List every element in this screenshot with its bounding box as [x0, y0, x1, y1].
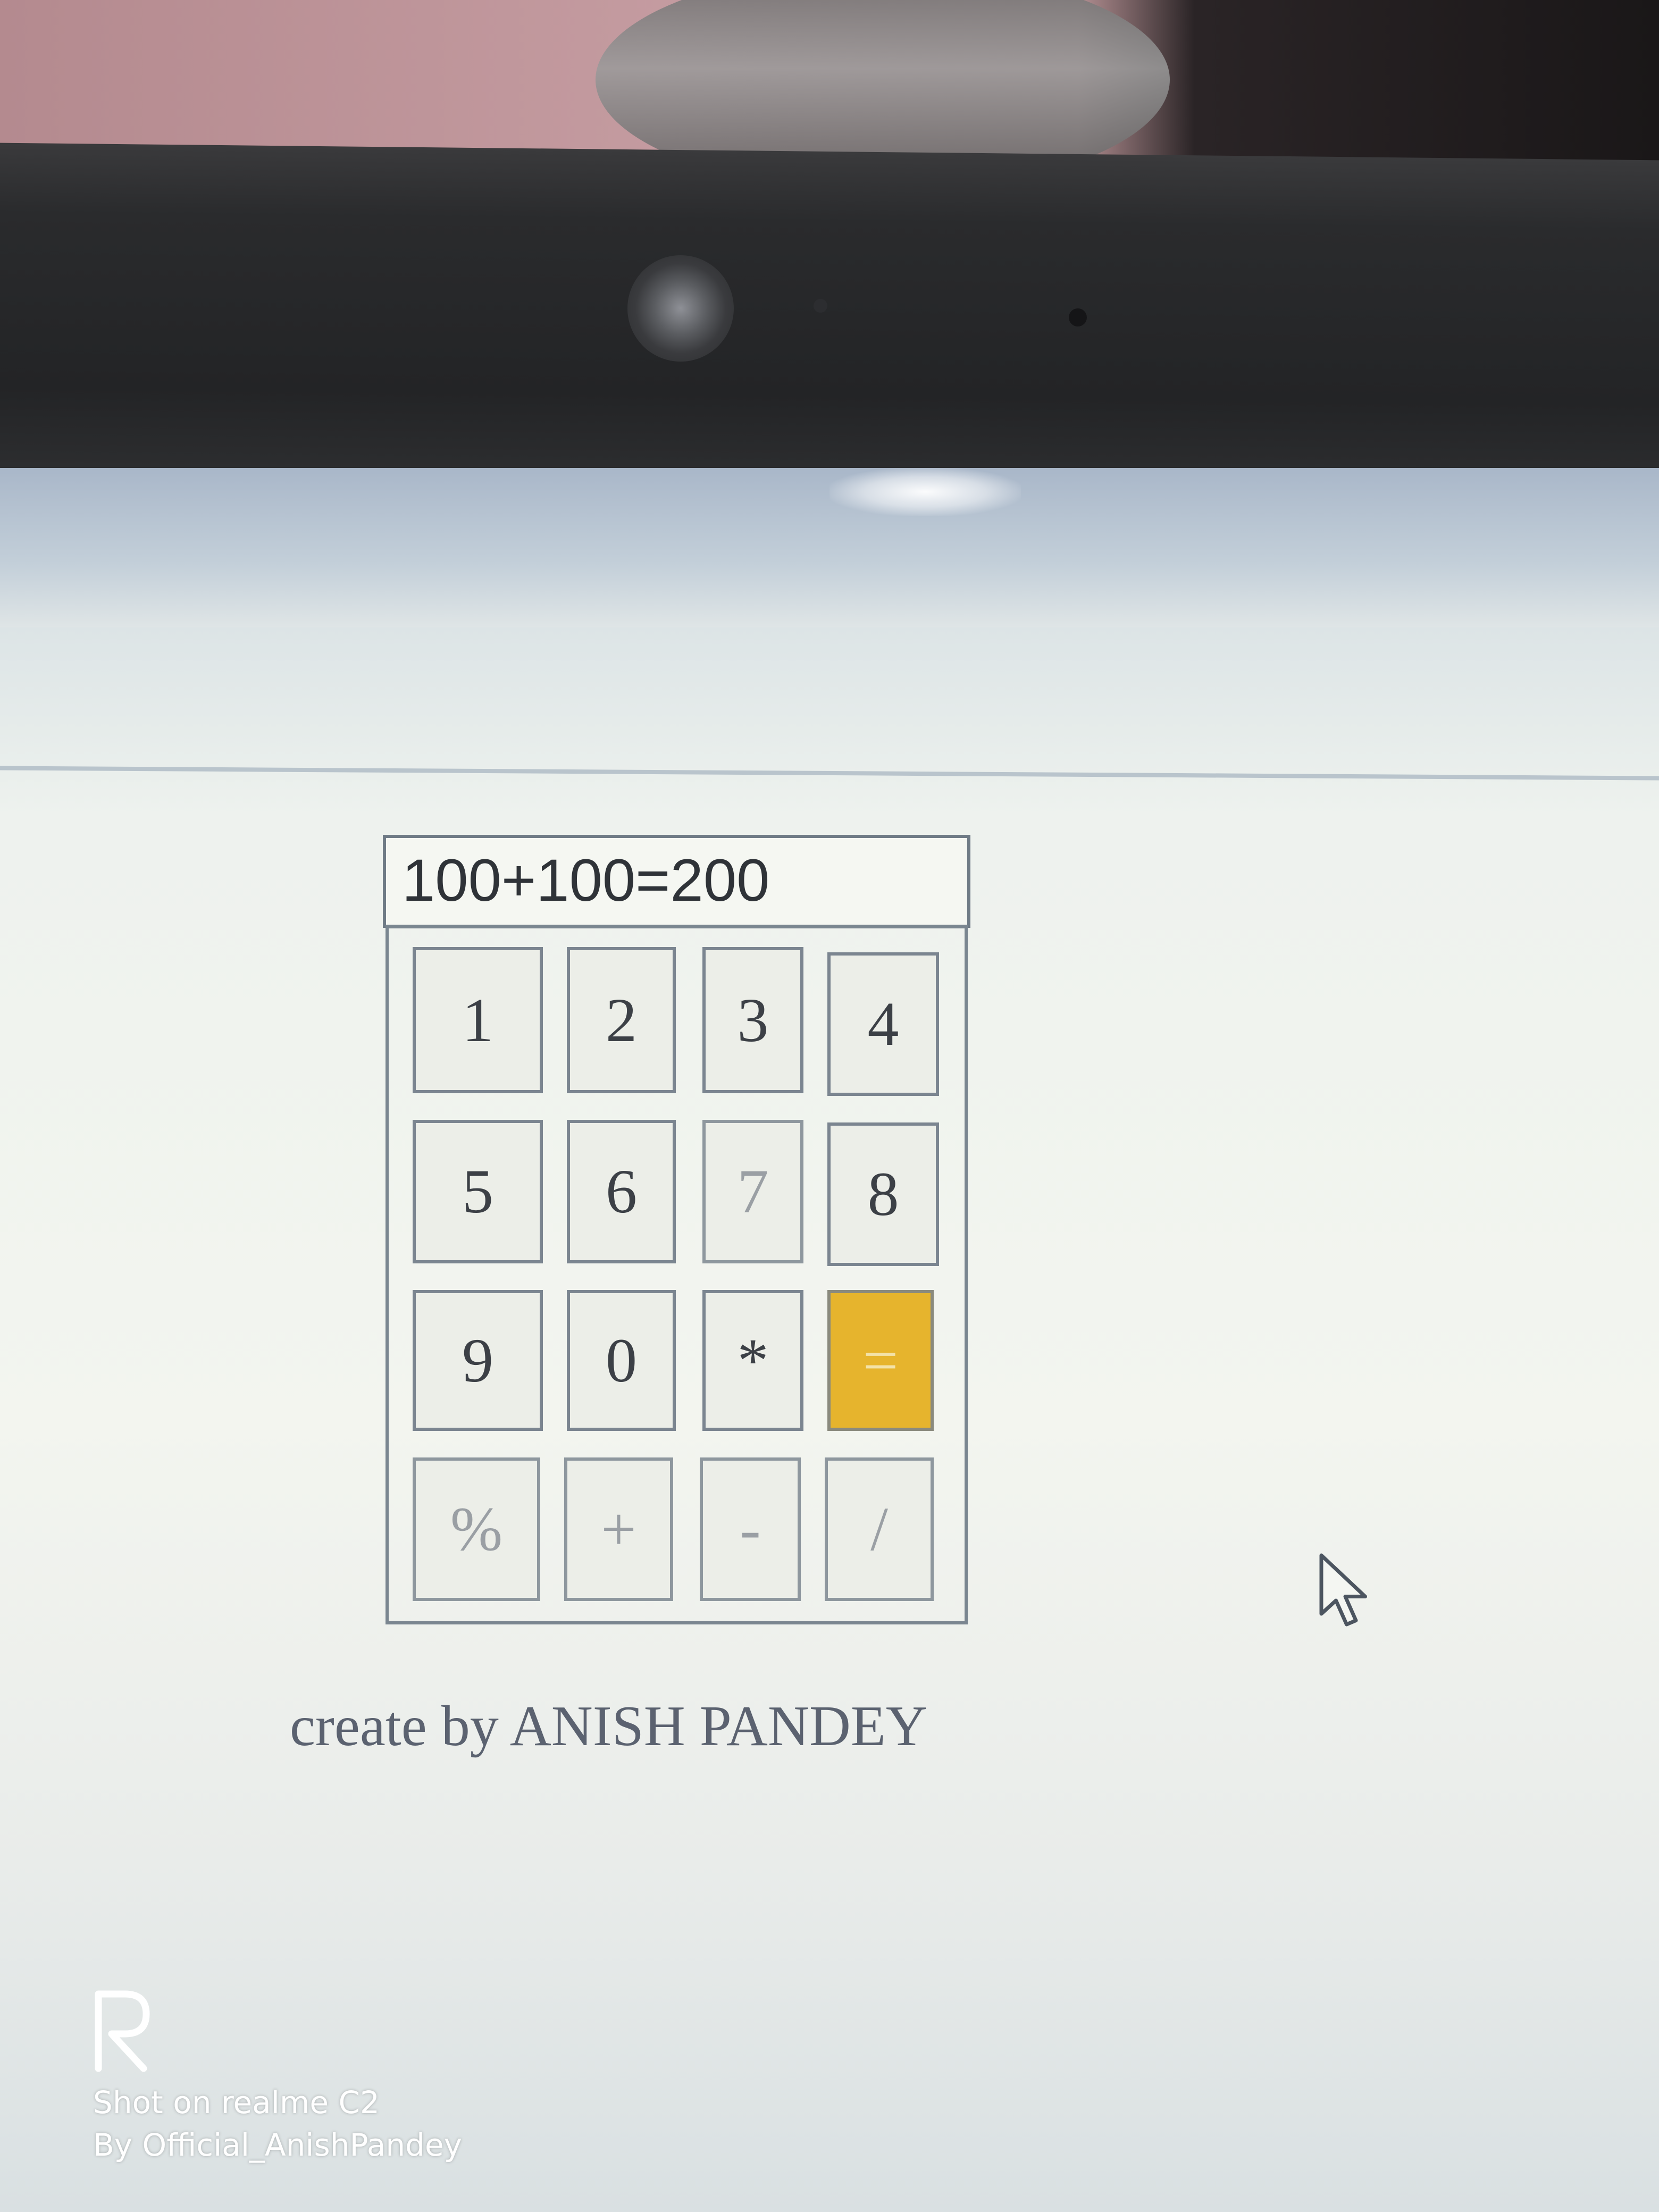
watermark-device-text: Shot on realme C2	[93, 2084, 380, 2121]
key-multiply[interactable]: *	[702, 1290, 803, 1431]
key-5[interactable]: 5	[413, 1120, 543, 1263]
webcam-sensor-dot	[814, 299, 827, 313]
calculator-keypad: 1 2 3 4 5 6 7 8 9 0 * = % + - /	[386, 925, 968, 1624]
key-3[interactable]: 3	[702, 947, 803, 1093]
key-1[interactable]: 1	[413, 947, 543, 1093]
laptop-bezel	[0, 143, 1659, 509]
key-0[interactable]: 0	[567, 1290, 676, 1431]
key-7[interactable]: 7	[702, 1120, 803, 1263]
screen-glare	[830, 468, 1021, 516]
calculator-display[interactable]: 100+100=200	[383, 835, 970, 928]
credit-text: create by ANISH PANDEY	[290, 1695, 927, 1758]
key-4[interactable]: 4	[827, 952, 939, 1096]
watermark-author-text: By Official_AnishPandey	[93, 2127, 462, 2163]
key-percent[interactable]: %	[413, 1457, 540, 1601]
mouse-pointer-icon	[1319, 1553, 1367, 1627]
key-equals[interactable]: =	[827, 1290, 934, 1431]
key-9[interactable]: 9	[413, 1290, 543, 1431]
key-8[interactable]: 8	[827, 1122, 939, 1266]
key-2[interactable]: 2	[567, 947, 676, 1093]
key-minus[interactable]: -	[700, 1457, 801, 1601]
key-6[interactable]: 6	[567, 1120, 676, 1263]
key-divide[interactable]: /	[825, 1457, 934, 1601]
indicator-dot	[1069, 308, 1087, 326]
key-plus[interactable]: +	[564, 1457, 673, 1601]
webcam-icon	[627, 255, 734, 362]
realme-logo-icon	[95, 1990, 150, 2072]
